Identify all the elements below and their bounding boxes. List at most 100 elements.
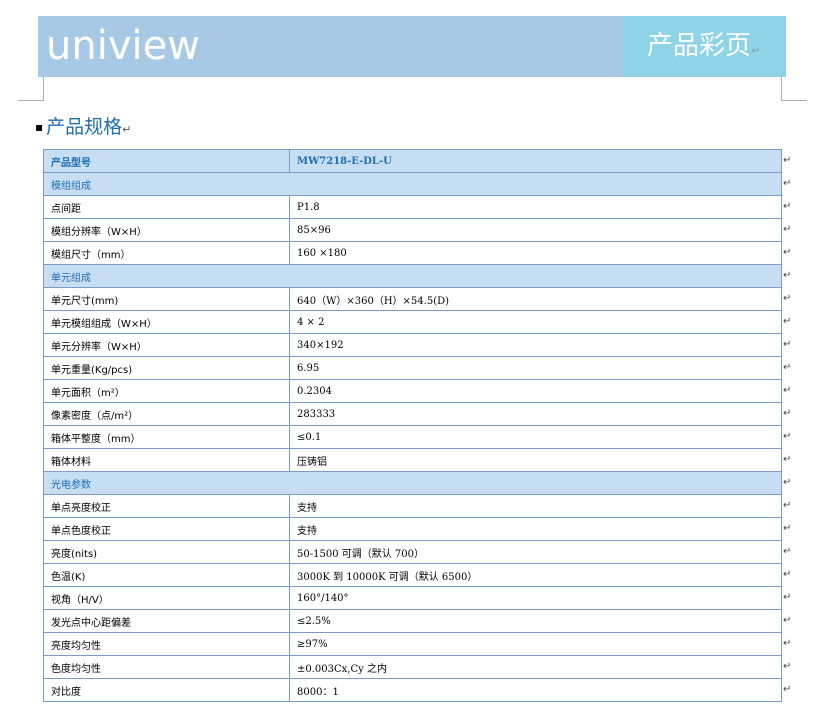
row-end-mark: ↵: [783, 500, 792, 511]
row-end-mark: ↵: [783, 270, 792, 281]
table-section-row: 光电参数: [43, 471, 782, 495]
spec-label: 亮度均匀性: [43, 632, 290, 656]
spec-label: 箱体材料: [43, 448, 290, 472]
table-row: 点间距 P1.8: [43, 195, 782, 219]
table-row: 像素密度（点/m²） 283333: [43, 402, 782, 426]
header-title-box: 产品彩页↵: [623, 16, 786, 77]
spec-value: 50-1500 可调（默认 700）: [289, 540, 782, 564]
spec-value: ≥97%: [289, 632, 782, 656]
bullet-icon: ▪: [35, 120, 44, 134]
spec-value: 8000：1: [289, 678, 782, 702]
section-label: 模组组成: [43, 172, 782, 196]
row-end-mark: ↵: [783, 201, 792, 212]
table-row: 单点亮度校正 支持: [43, 494, 782, 518]
row-end-mark: ↵: [783, 684, 792, 695]
row-end-mark: ↵: [783, 316, 792, 327]
spec-table: 产品型号 MW7218-E-DL-U 模组组成 点间距 P1.8 模组分辨率（W×H） 85…: [43, 149, 782, 702]
spec-value: 160 ×180: [289, 241, 782, 265]
row-end-mark: ↵: [783, 569, 792, 580]
row-end-mark: ↵: [783, 615, 792, 626]
spec-value: P1.8: [289, 195, 782, 219]
spec-label: 对比度: [43, 678, 290, 702]
table-row: 箱体平整度（mm） ≤0.1: [43, 425, 782, 449]
spec-label: 色度均匀性: [43, 655, 290, 679]
spec-value: ±0.003Cx,Cy 之内: [289, 655, 782, 679]
section-label: 光电参数: [43, 471, 782, 495]
table-row: 模组尺寸（mm） 160 ×180: [43, 241, 782, 265]
table-row: 单元面积（m²） 0.2304: [43, 379, 782, 403]
row-end-mark: ↵: [783, 247, 792, 258]
row-end-mark: ↵: [783, 408, 792, 419]
spec-label: 单元分辨率（W×H）: [43, 333, 290, 357]
spec-label: 模组尺寸（mm）: [43, 241, 290, 265]
spec-value: ≤2.5%: [289, 609, 782, 633]
table-section-row: 模组组成: [43, 172, 782, 196]
spec-value: 压铸铝: [289, 448, 782, 472]
crop-mark-left-h: [18, 100, 44, 101]
row-end-mark: ↵: [783, 178, 792, 189]
row-end-mark: ↵: [783, 546, 792, 557]
row-end-mark: ↵: [783, 385, 792, 396]
table-row: 发光点中心距偏差 ≤2.5%: [43, 609, 782, 633]
paragraph-mark: ↵: [751, 44, 761, 57]
spec-label: 单元面积（m²）: [43, 379, 290, 403]
spec-value: 支持: [289, 517, 782, 541]
row-end-mark: ↵: [783, 661, 792, 672]
spec-value: 283333: [289, 402, 782, 426]
crop-mark-right-v: [781, 77, 782, 101]
spec-label: 点间距: [43, 195, 290, 219]
section-title-text: 产品规格: [46, 116, 123, 138]
row-end-mark: ↵: [783, 477, 792, 488]
row-end-mark: ↵: [783, 362, 792, 373]
spec-label: 色温(K): [43, 563, 290, 587]
table-row: 色度均匀性 ±0.003Cx,Cy 之内: [43, 655, 782, 679]
row-end-mark: ↵: [783, 638, 792, 649]
spec-label: 单元重量(Kg/pcs): [43, 356, 290, 380]
row-end-mark: ↵: [783, 431, 792, 442]
paragraph-mark: ↵: [122, 123, 132, 136]
table-row: 单元重量(Kg/pcs) 6.95: [43, 356, 782, 380]
spec-label: 单点色度校正: [43, 517, 290, 541]
spec-label: 单点亮度校正: [43, 494, 290, 518]
spec-label: 箱体平整度（mm）: [43, 425, 290, 449]
spec-label: 发光点中心距偏差: [43, 609, 290, 633]
spec-value: 6.95: [289, 356, 782, 380]
spec-value: 340×192: [289, 333, 782, 357]
row-end-mark: ↵: [783, 523, 792, 534]
brand-title: 产品彩页↵: [647, 16, 760, 77]
table-row: 亮度(nits) 50-1500 可调（默认 700）: [43, 540, 782, 564]
spec-label: 视角（H/V）: [43, 586, 290, 610]
spec-value: 支持: [289, 494, 782, 518]
spec-label: 单元模组组成（W×H）: [43, 310, 290, 334]
table-row: 单点色度校正 支持: [43, 517, 782, 541]
section-label: 单元组成: [43, 264, 782, 288]
spec-label: 亮度(nits): [43, 540, 290, 564]
table-row: 模组分辨率（W×H） 85×96: [43, 218, 782, 242]
row-end-mark: ↵: [783, 293, 792, 304]
spec-label: 像素密度（点/m²）: [43, 402, 290, 426]
header-band: uniview 产品彩页↵: [38, 16, 786, 77]
row-end-marks: ↵ ↵ ↵ ↵ ↵ ↵ ↵ ↵ ↵ ↵ ↵ ↵ ↵ ↵ ↵ ↵ ↵ ↵ ↵ ↵ ↵ ↵ ↵ ↵: [783, 149, 797, 701]
spec-value: 160°/140°: [289, 586, 782, 610]
table-row: 箱体材料 压铸铝: [43, 448, 782, 472]
spec-value: ≤0.1: [289, 425, 782, 449]
table-row: 视角（H/V） 160°/140°: [43, 586, 782, 610]
table-row: 色温(K) 3000K 到 10000K 可调（默认 6500）: [43, 563, 782, 587]
row-end-mark: ↵: [783, 592, 792, 603]
spec-value: 3000K 到 10000K 可调（默认 6500）: [289, 563, 782, 587]
row-end-mark: ↵: [783, 339, 792, 350]
table-row: 对比度 8000：1: [43, 678, 782, 702]
row-end-mark: ↵: [783, 224, 792, 235]
table-row: 亮度均匀性 ≥97%: [43, 632, 782, 656]
crop-mark-left-v: [43, 77, 44, 101]
table-row: 单元模组组成（W×H） 4 × 2: [43, 310, 782, 334]
spec-value: 640（W）×360（H）×54.5(D): [289, 287, 782, 311]
spec-value: 4 × 2: [289, 310, 782, 334]
spec-value: 0.2304: [289, 379, 782, 403]
brand-title-text: 产品彩页: [647, 31, 752, 61]
spec-label: 产品型号: [43, 149, 290, 173]
row-end-mark: ↵: [783, 155, 792, 166]
spec-label: 单元尺寸(mm): [43, 287, 290, 311]
spec-value: MW7218-E-DL-U: [289, 149, 782, 173]
row-end-mark: ↵: [783, 454, 792, 465]
